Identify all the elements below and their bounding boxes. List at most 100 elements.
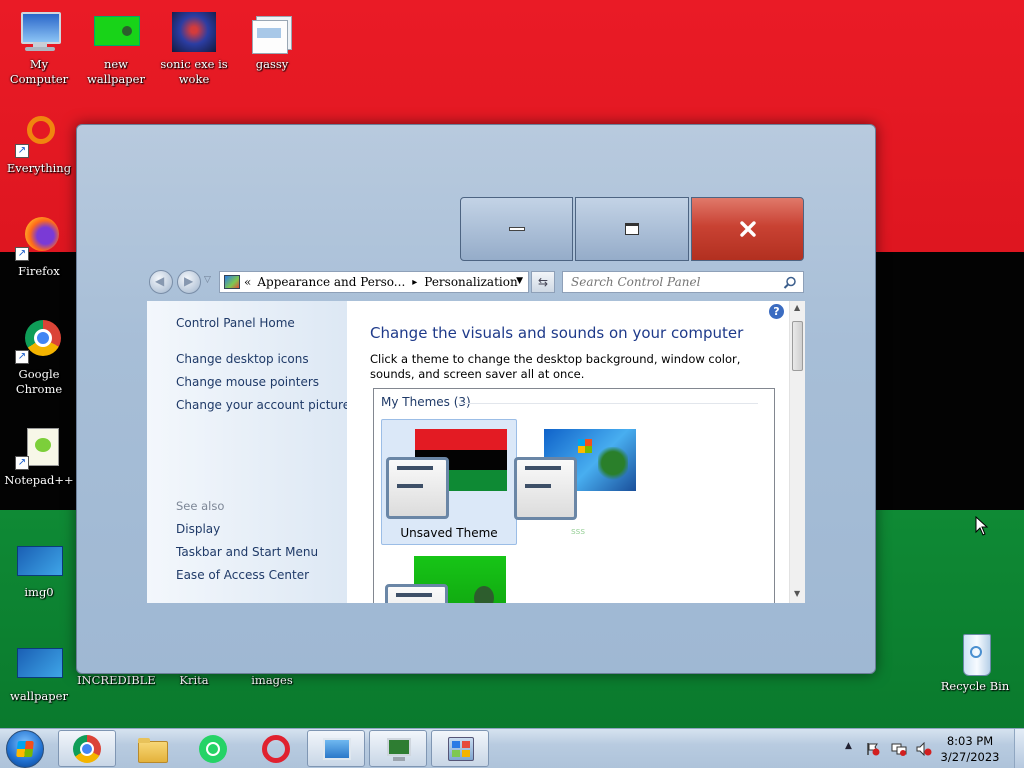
left-navigation-pane: Control Panel Home Change desktop icons …: [147, 301, 350, 603]
desktop-icon-label: Everything: [6, 161, 72, 175]
maximize-button[interactable]: [575, 197, 689, 261]
refresh-button[interactable]: ⇆: [531, 271, 555, 293]
desktop-icon-label: Krita: [179, 673, 209, 687]
search-box: [562, 271, 804, 293]
show-desktop-button[interactable]: [1014, 729, 1024, 768]
image-thumbnail-icon: [170, 10, 218, 54]
photo-viewer-icon: [322, 735, 352, 763]
link-change-mouse-pointers[interactable]: Change mouse pointers: [176, 375, 319, 389]
action-center-flag-icon[interactable]: [866, 741, 880, 756]
breadcrumb-overflow[interactable]: «: [244, 275, 251, 289]
taskbar-item-photo-viewer[interactable]: [307, 730, 365, 767]
back-arrow-icon: ◀: [155, 274, 165, 288]
taskbar-item-control-panel[interactable]: [431, 730, 489, 767]
link-taskbar-start-menu[interactable]: Taskbar and Start Menu: [176, 545, 318, 559]
address-bar[interactable]: « Appearance and Perso... ▸ Personalizat…: [219, 271, 529, 293]
theme-tile-sss[interactable]: sss: [514, 419, 650, 545]
windows-logo-icon: [16, 741, 34, 757]
shortcut-arrow-icon: ↗: [15, 144, 29, 158]
scrollbar-thumb[interactable]: [792, 321, 803, 371]
shortcut-arrow-icon: ↗: [15, 247, 29, 261]
search-input[interactable]: [569, 274, 783, 290]
shortcut-arrow-icon: ↗: [15, 350, 29, 364]
whatsapp-icon: [198, 735, 228, 763]
navigation-bar: ◀ ▶ ▽ « Appearance and Perso... ▸ Person…: [147, 269, 805, 295]
help-button[interactable]: ?: [769, 304, 784, 319]
mouse-cursor-icon: [975, 516, 989, 536]
page-title: Change the visuals and sounds on your co…: [370, 324, 744, 342]
folder-icon: [136, 735, 168, 763]
my-themes-group-label[interactable]: My Themes (3): [381, 395, 471, 409]
desktop-icon-firefox[interactable]: ↗ Firefox: [0, 217, 78, 279]
desktop-icon-my-computer[interactable]: My Computer: [0, 10, 78, 87]
minimize-button[interactable]: [460, 197, 573, 261]
forward-button[interactable]: ▶: [177, 270, 201, 294]
desktop-icon-google-chrome[interactable]: ↗ Google Chrome: [0, 320, 78, 397]
link-control-panel-home[interactable]: Control Panel Home: [176, 316, 295, 330]
desktop-icon-img0[interactable]: img0: [0, 538, 78, 600]
desktop-icon-recycle-bin[interactable]: Recycle Bin: [936, 632, 1014, 694]
system-clock[interactable]: 8:03 PM 3/27/2023: [930, 733, 1010, 765]
notepad-plus-plus-icon: ↗: [15, 426, 63, 470]
taskbar-item-opera[interactable]: [245, 730, 303, 767]
window-color-icon: [386, 457, 449, 519]
link-change-account-picture[interactable]: Change your account picture: [176, 398, 350, 412]
back-button[interactable]: ◀: [149, 270, 173, 294]
breadcrumb-separator-icon[interactable]: ▸: [412, 277, 417, 288]
image-thumbnail-icon: [15, 538, 63, 582]
personalization-window: ◀ ▶ ▽ « Appearance and Perso... ▸ Person…: [76, 124, 876, 674]
desktop-icon-new-wallpaper[interactable]: new wallpaper: [77, 10, 155, 87]
taskbar-item-whatsapp[interactable]: [183, 730, 241, 767]
breadcrumb-personalization[interactable]: Personalization: [424, 275, 517, 289]
start-button[interactable]: [6, 730, 44, 768]
shortcut-arrow-icon: ↗: [15, 456, 29, 470]
theme-tile-3[interactable]: [381, 551, 517, 603]
window-color-icon: [385, 584, 448, 603]
clock-date: 3/27/2023: [940, 750, 1000, 764]
desktop-icon-label: INCREDIBLE: [77, 673, 156, 687]
recycle-bin-icon: [951, 632, 999, 676]
network-icon[interactable]: [891, 741, 907, 756]
content-area: Control Panel Home Change desktop icons …: [147, 301, 805, 603]
monitor-app-icon: [384, 735, 414, 763]
show-hidden-icons-icon[interactable]: ▲: [845, 741, 859, 755]
address-dropdown-icon[interactable]: ▼: [516, 276, 523, 286]
search-icon[interactable]: [783, 276, 797, 290]
vertical-scrollbar[interactable]: ▲ ▼: [789, 301, 805, 603]
clock-time: 8:03 PM: [946, 734, 994, 748]
volume-muted-icon[interactable]: [916, 741, 932, 757]
scroll-down-icon[interactable]: ▼: [794, 589, 800, 598]
window-color-icon: [514, 457, 577, 520]
desktop-icon-wallpaper[interactable]: wallpaper: [0, 642, 78, 704]
desktop-icon-gassy[interactable]: gassy: [233, 10, 311, 72]
desktop-icon-everything[interactable]: ↗ Everything: [0, 114, 78, 176]
control-panel-icon: [224, 275, 240, 289]
image-thumbnail-icon: [15, 642, 63, 686]
close-button[interactable]: [691, 197, 804, 261]
desktop-icon-sonic-exe-is-woke[interactable]: sonic exe is woke: [155, 10, 233, 87]
link-display[interactable]: Display: [176, 522, 220, 536]
group-divider: [458, 403, 758, 404]
maximize-icon: [625, 223, 639, 235]
link-change-desktop-icons[interactable]: Change desktop icons: [176, 352, 309, 366]
recent-pages-dropdown[interactable]: ▽: [204, 275, 211, 285]
desktop-icon-label: Firefox: [18, 264, 60, 278]
desktop-icon-notepad-plus-plus[interactable]: ↗ Notepad++: [0, 426, 78, 488]
computer-icon: [15, 10, 63, 54]
desktop-icon-label: Google Chrome: [15, 367, 63, 396]
image-thumbnail-icon: [92, 10, 140, 54]
desktop-icon-label: gassy: [255, 57, 289, 71]
breadcrumb-appearance[interactable]: Appearance and Perso...: [257, 275, 405, 289]
desktop-icon-label: img0: [24, 585, 54, 599]
link-ease-of-access-center[interactable]: Ease of Access Center: [176, 568, 309, 582]
desktop-icon-label: new wallpaper: [87, 57, 145, 86]
desktop-icon-label: wallpaper: [10, 689, 68, 703]
theme-tile-unsaved[interactable]: Unsaved Theme: [381, 419, 517, 545]
taskbar-item-screen-app[interactable]: [369, 730, 427, 767]
taskbar-item-file-explorer[interactable]: [121, 730, 179, 767]
taskbar-item-chrome[interactable]: [58, 730, 116, 767]
chrome-icon: [73, 735, 103, 763]
opera-icon: [260, 735, 290, 763]
scroll-up-icon[interactable]: ▲: [794, 303, 800, 312]
theme-label: sss: [570, 527, 586, 537]
